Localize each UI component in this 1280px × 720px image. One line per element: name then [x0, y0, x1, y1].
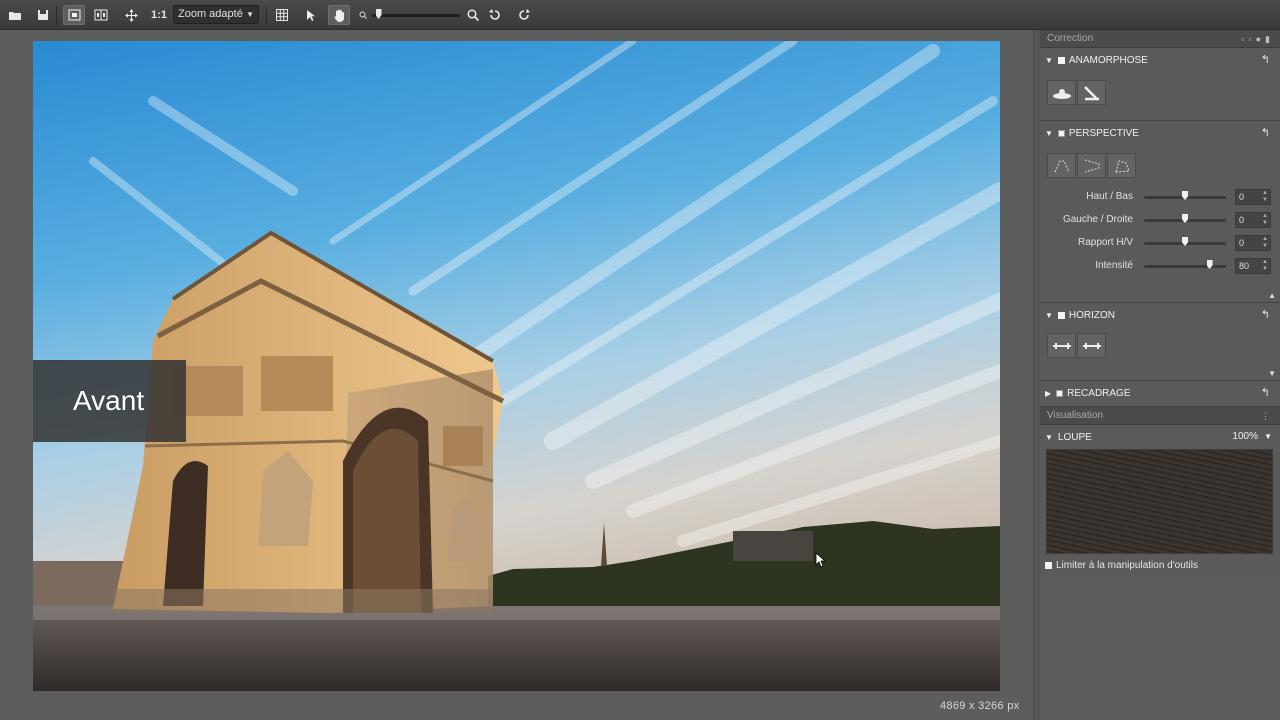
panel-window-controls[interactable]: ▫▫●▮ [1241, 30, 1274, 48]
view-split-icon[interactable] [90, 5, 112, 25]
section-header[interactable]: ▼ HORIZON ↰ [1040, 303, 1280, 327]
slider-value-field[interactable]: 80 ▲ ▼ [1235, 258, 1271, 274]
slider-row: Rapport H/V 0 ▲ ▼ [1040, 232, 1280, 255]
collapse-arrow-icon[interactable]: ▼ [1268, 369, 1276, 378]
folder-open-icon[interactable] [4, 5, 26, 25]
chevron-down-icon: ▼ [246, 10, 254, 19]
expand-triangle-icon[interactable]: ▶ [1045, 389, 1051, 398]
slider-value: 0 [1239, 215, 1245, 225]
grid-icon[interactable] [271, 5, 293, 25]
hand-icon[interactable] [328, 5, 350, 25]
section-label: HORIZON [1068, 309, 1116, 321]
zoom-slider-thumb[interactable] [375, 9, 382, 19]
limit-checkbox[interactable] [1045, 562, 1052, 569]
toolbar-divider [56, 6, 57, 24]
section-anamorphose: ▼ ANAMORPHOSE ↰ [1040, 48, 1280, 121]
slider-label: Haut / Bas [1086, 191, 1133, 202]
move-icon[interactable] [120, 5, 142, 25]
correction-panel: Correction ▫▫●▮ ▼ ANAMORPHOSE ↰ ▼ PERSPE… [1040, 30, 1280, 720]
zoom-select[interactable]: Zoom adapté ▼ [173, 5, 259, 24]
collapse-arrow-icon[interactable]: ▲ [1268, 291, 1276, 300]
expand-triangle-icon[interactable]: ▼ [1045, 129, 1053, 138]
section-label: RECADRAGE [1067, 387, 1131, 399]
section-header[interactable]: ▼ ANAMORPHOSE ↰ [1040, 48, 1280, 72]
slider-value: 0 [1239, 238, 1245, 248]
panel-title-text: Correction [1047, 33, 1094, 44]
slider-track[interactable] [1144, 265, 1226, 268]
zoom-slider-track[interactable] [372, 14, 460, 17]
toolbar: 1:1 Zoom adapté ▼ [0, 0, 1280, 30]
slider-value: 80 [1239, 261, 1250, 271]
reset-icon[interactable]: ↰ [1261, 386, 1270, 399]
reset-icon[interactable]: ↰ [1261, 308, 1270, 321]
visualisation-title: Visualisation ⋮ [1040, 407, 1280, 425]
panel-title: Correction ▫▫●▮ [1040, 30, 1280, 48]
select-arrow-icon[interactable] [300, 5, 322, 25]
slider-row: Haut / Bas 0 ▲ ▼ [1040, 186, 1280, 209]
section-checkbox[interactable] [1057, 311, 1065, 319]
zoom-magnifier-icon[interactable] [462, 5, 484, 25]
limit-checkbox-label: Limiter à la manipulation d'outils [1056, 560, 1198, 571]
toolbar-divider [266, 6, 267, 24]
expand-triangle-icon[interactable]: ▼ [1045, 311, 1053, 320]
perspective-vertical-icon[interactable] [1047, 153, 1076, 178]
panel-splitter[interactable] [1033, 30, 1040, 720]
slider-value-field[interactable]: 0 ▲ ▼ [1235, 189, 1271, 205]
reset-icon[interactable]: ↰ [1261, 53, 1270, 66]
limit-checkbox-row[interactable]: Limiter à la manipulation d'outils [1040, 554, 1280, 571]
visualisation-title-text: Visualisation [1047, 410, 1103, 421]
section-checkbox[interactable] [1057, 56, 1065, 64]
reset-icon[interactable]: ↰ [1261, 126, 1270, 139]
chevron-down-icon[interactable]: ▼ [1264, 432, 1272, 441]
mouse-cursor-icon [815, 552, 825, 568]
expand-triangle-icon[interactable]: ▼ [1045, 433, 1053, 442]
section-label: PERSPECTIVE [1068, 127, 1139, 139]
section-label: ANAMORPHOSE [1068, 54, 1148, 66]
panel-grip-icon[interactable]: ⋮ [1261, 407, 1274, 425]
perspective-free-icon[interactable] [1107, 153, 1136, 178]
anamorphose-diagonal-icon[interactable] [1077, 80, 1106, 105]
anamorphose-horizontal-icon[interactable] [1047, 80, 1076, 105]
zoom-select-value: Zoom adapté [178, 8, 243, 20]
zoom-small-icon [358, 5, 368, 25]
spinner-icon[interactable]: ▲ ▼ [1262, 236, 1268, 250]
slider-row: Gauche / Droite 0 ▲ ▼ [1040, 209, 1280, 232]
slider-label: Gauche / Droite [1062, 214, 1133, 225]
section-header[interactable]: ▶ RECADRAGE ↰ [1040, 381, 1280, 405]
save-icon[interactable] [32, 5, 54, 25]
section-loupe: ▼ LOUPE 100% ▼ Limiter à la manipulation… [1040, 425, 1280, 575]
rotate-right-icon[interactable] [513, 5, 535, 25]
section-header[interactable]: ▼ PERSPECTIVE ↰ [1040, 121, 1280, 145]
slider-value: 0 [1239, 192, 1245, 202]
horizon-auto-icon[interactable] [1077, 333, 1106, 358]
slider-label: Rapport H/V [1077, 237, 1133, 248]
slider-value-field[interactable]: 0 ▲ ▼ [1235, 212, 1271, 228]
section-perspective: ▼ PERSPECTIVE ↰ Haut / Bas 0 ▲ ▼ Gauche / Dr… [1040, 121, 1280, 303]
loupe-zoom-value[interactable]: 100% [1232, 431, 1258, 442]
section-horizon: ▼ HORIZON ↰ ▼ [1040, 303, 1280, 381]
section-checkbox[interactable] [1056, 389, 1064, 397]
before-label: Avant [33, 360, 186, 442]
rotate-left-icon[interactable] [484, 5, 506, 25]
spinner-icon[interactable]: ▲ ▼ [1262, 213, 1268, 227]
slider-label: Intensité [1095, 260, 1133, 271]
section-header[interactable]: ▼ LOUPE 100% ▼ [1040, 425, 1280, 449]
slider-value-field[interactable]: 0 ▲ ▼ [1235, 235, 1271, 251]
spinner-icon[interactable]: ▲ ▼ [1262, 190, 1268, 204]
zoom-one-to-one-button[interactable]: 1:1 [149, 5, 169, 25]
photo-preview[interactable]: Avant [33, 41, 1000, 691]
perspective-sliders: Haut / Bas 0 ▲ ▼ Gauche / Droite 0 ▲ ▼ Rapport H… [1040, 186, 1280, 278]
expand-triangle-icon[interactable]: ▼ [1045, 56, 1053, 65]
image-dimensions: 4869 x 3266 px [940, 700, 1020, 712]
spinner-icon[interactable]: ▲ ▼ [1262, 259, 1268, 273]
slider-row: Intensité 80 ▲ ▼ [1040, 255, 1280, 278]
section-label: LOUPE [1057, 431, 1092, 443]
horizon-level-icon[interactable] [1047, 333, 1076, 358]
view-single-icon[interactable] [63, 5, 85, 25]
perspective-horizontal-icon[interactable] [1077, 153, 1106, 178]
loupe-preview [1046, 449, 1273, 554]
section-recadrage: ▶ RECADRAGE ↰ [1040, 381, 1280, 407]
section-checkbox[interactable] [1057, 129, 1065, 137]
